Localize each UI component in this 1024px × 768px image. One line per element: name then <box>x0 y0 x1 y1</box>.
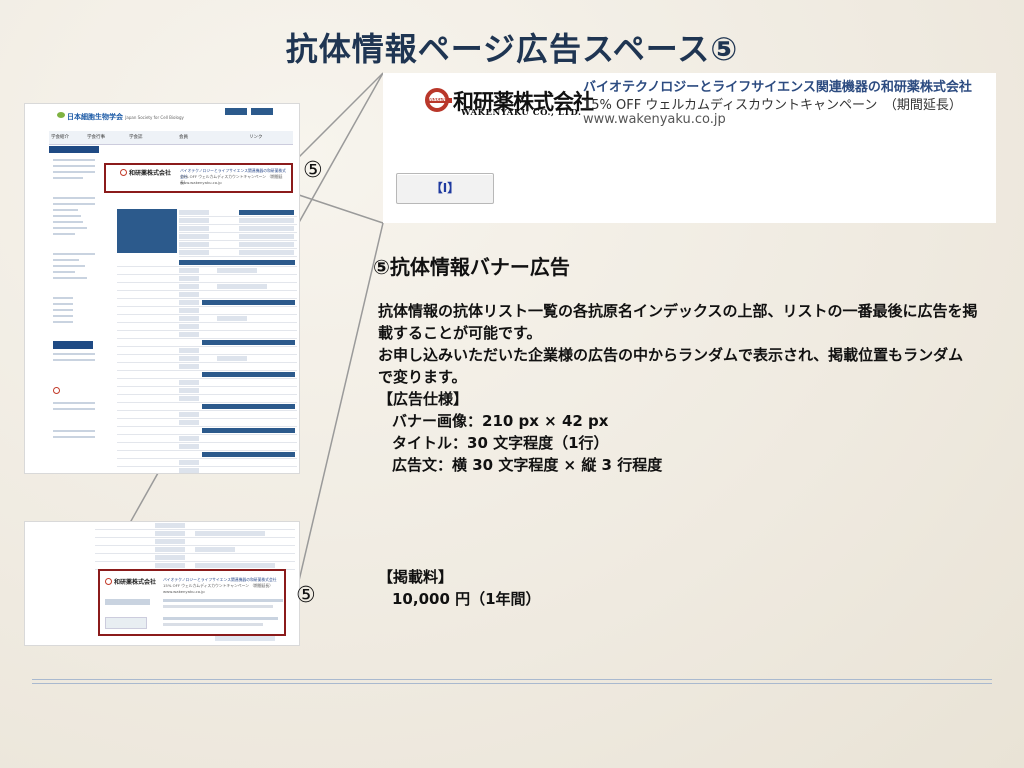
spec-text: 広告文：横 30 文字程度 × 縦 3 行程度 <box>392 456 663 474</box>
highlight-box-top <box>104 163 293 193</box>
site-logo-icon <box>57 112 65 118</box>
banner-line-2: 15% OFF ウェルカムディスカウントキャンペーン （期間延長） <box>583 98 962 113</box>
fee-value: 10,000 円（1年間） <box>392 590 541 608</box>
paragraph-2: お申し込みいただいた企業様の広告の中からランダムで表示され、掲載位置もランダムで… <box>378 346 964 386</box>
thumbnail-nav: 学会紹介 学会行事 学会誌 会員 リンク <box>49 131 293 145</box>
section-heading: ⑤抗体情報バナー広告 <box>373 255 570 279</box>
marker-bottom: ⑤ <box>296 583 316 608</box>
banner-url[interactable]: www.wakenyaku.co.jp <box>583 112 726 127</box>
banner-button[interactable]: 【I】 <box>396 173 494 204</box>
section-body: 抗体情報の抗体リスト一覧の各抗原名インデックスの上部、リストの一番最後に広告を掲… <box>378 300 978 476</box>
thumbnail-sidebar <box>49 146 99 473</box>
spec-title: タイトル：30 文字程度（1行） <box>392 434 609 452</box>
highlight-box-bottom <box>98 569 286 636</box>
spec-image: バナー画像：210 px × 42 px <box>392 412 609 430</box>
paragraph-1: 抗体情報の抗体リスト一覧の各抗原名インデックスの上部、リストの一番最後に広告を掲… <box>378 302 978 342</box>
divider <box>32 683 992 684</box>
banner-line-1: バイオテクノロジーとライフサイエンス関連機器の和研薬株式会社 <box>583 80 972 95</box>
thumbnail-header: 日本細胞生物学会 Japan Society for Cell Biology <box>25 104 299 126</box>
site-name: 日本細胞生物学会 Japan Society for Cell Biology <box>67 113 184 121</box>
webpage-thumbnail-full: 日本細胞生物学会 Japan Society for Cell Biology … <box>24 103 300 474</box>
spec-heading: 【広告仕様】 <box>378 390 469 408</box>
marker-top: ⑤ <box>303 158 323 183</box>
divider <box>32 679 992 680</box>
banner-company-name-en: WAKENYAKU CO., LTD. <box>461 108 582 118</box>
banner-preview: WAKEN 和研薬株式会社 WAKENYAKU CO., LTD. バイオテクノ… <box>383 73 996 223</box>
fee-heading: 【掲載料】 <box>378 568 454 586</box>
